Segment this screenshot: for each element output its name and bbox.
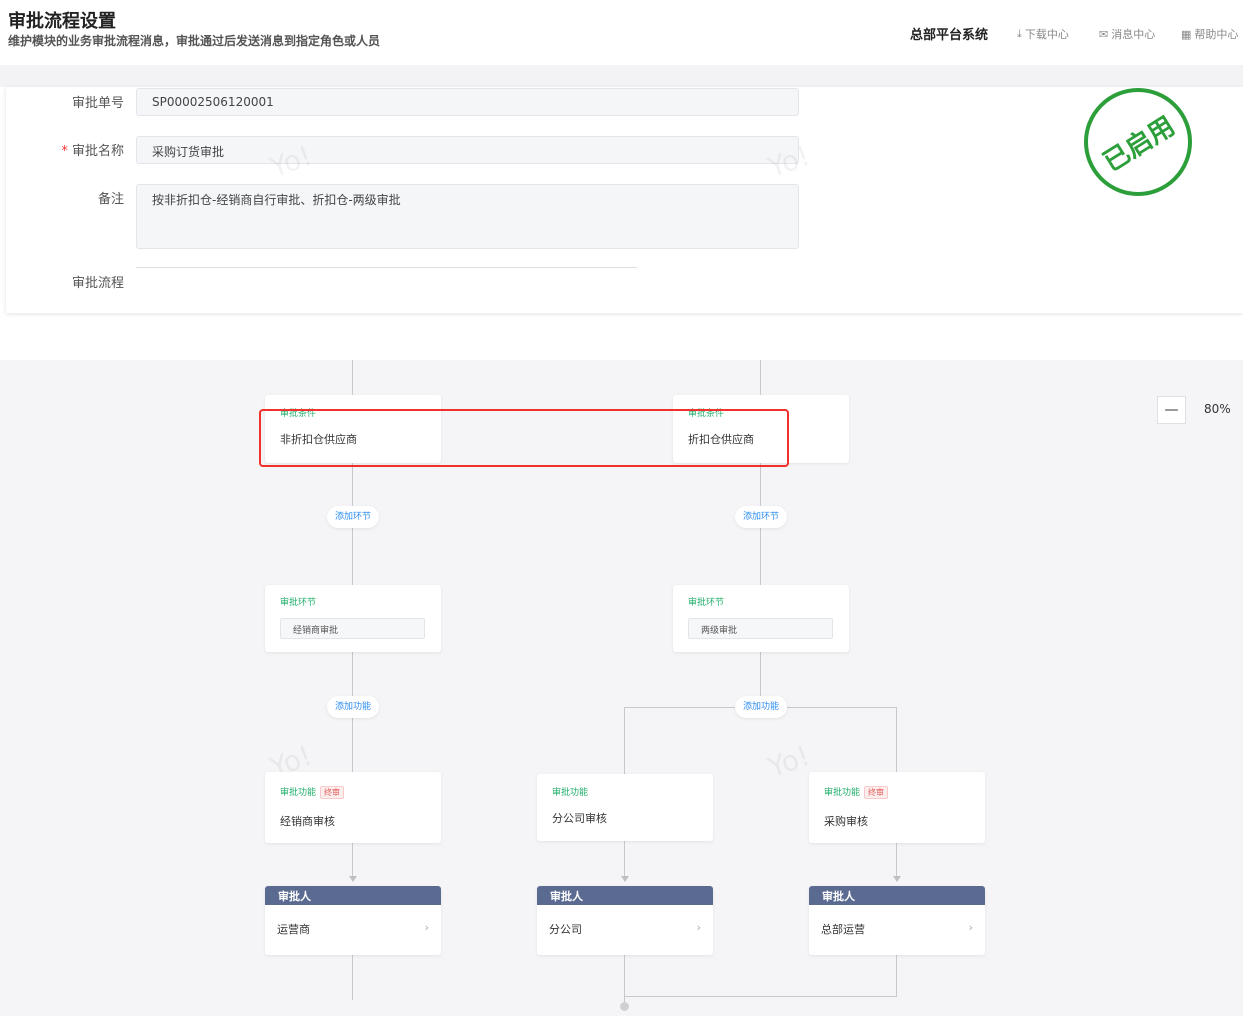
step-field[interactable]: 两级审批 [688,618,833,639]
order-no-label: 审批单号 [71,96,124,111]
approver-card[interactable]: 审批人 总部运营 › [809,886,985,955]
step-card[interactable]: 审批环节 两级审批 [673,585,849,652]
mail-icon: ✉ [1099,27,1109,41]
page-title: 审批流程设置 [8,11,116,32]
download-center-link[interactable]: ⤓ 下载中心 [1017,26,1069,42]
help-center-link[interactable]: ▦ 帮助中心 [1181,26,1238,42]
function-card[interactable]: 审批功能 分公司审核 [537,774,713,841]
flow-label: 审批流程 [71,276,124,291]
page-subtitle: 维护模块的业务审批流程消息，审批通过后发送消息到指定角色或人员 [8,34,381,48]
zoom-level: 80% [1204,402,1231,416]
approver-card[interactable]: 审批人 分公司 › [537,886,713,955]
remark-textarea[interactable]: 按非折扣仓-经销商自行审批、折扣仓-两级审批 [136,184,799,249]
approver-card[interactable]: 审批人 运营商 › [265,886,441,955]
function-card[interactable]: 审批功能 终审 采购审核 [809,772,985,843]
flow-divider [136,267,637,268]
enabled-stamp: 已启用 [1084,88,1192,196]
name-label: * 审批名称 [61,144,124,159]
order-no-field[interactable]: SP00002506120001 [136,88,799,116]
highlight-box [259,409,789,467]
function-card[interactable]: 审批功能 终审 经销商审核 [265,772,441,843]
chevron-right-icon: › [424,921,429,934]
remark-label: 备注 [97,192,124,207]
add-function-button[interactable]: 添加功能 [734,696,788,718]
chevron-right-icon: › [968,921,973,934]
system-name: 总部平台系统 [910,28,989,43]
final-badge: 终审 [320,786,345,799]
step-card[interactable]: 审批环节 经销商审批 [265,585,441,652]
message-center-link[interactable]: ✉ 消息中心 [1099,26,1155,42]
add-step-button[interactable]: 添加环节 [734,506,788,528]
help-book-icon: ▦ [1181,27,1192,41]
step-field[interactable]: 经销商审批 [280,618,425,639]
add-function-button[interactable]: 添加功能 [326,696,380,718]
zoom-out-button[interactable]: — [1157,396,1186,424]
download-icon: ⤓ [1017,27,1022,40]
divider-strip [0,65,1243,87]
chevron-right-icon: › [696,921,701,934]
add-step-button[interactable]: 添加环节 [326,506,380,528]
final-badge: 终审 [864,786,889,799]
name-field[interactable]: 采购订货审批 [136,136,799,164]
